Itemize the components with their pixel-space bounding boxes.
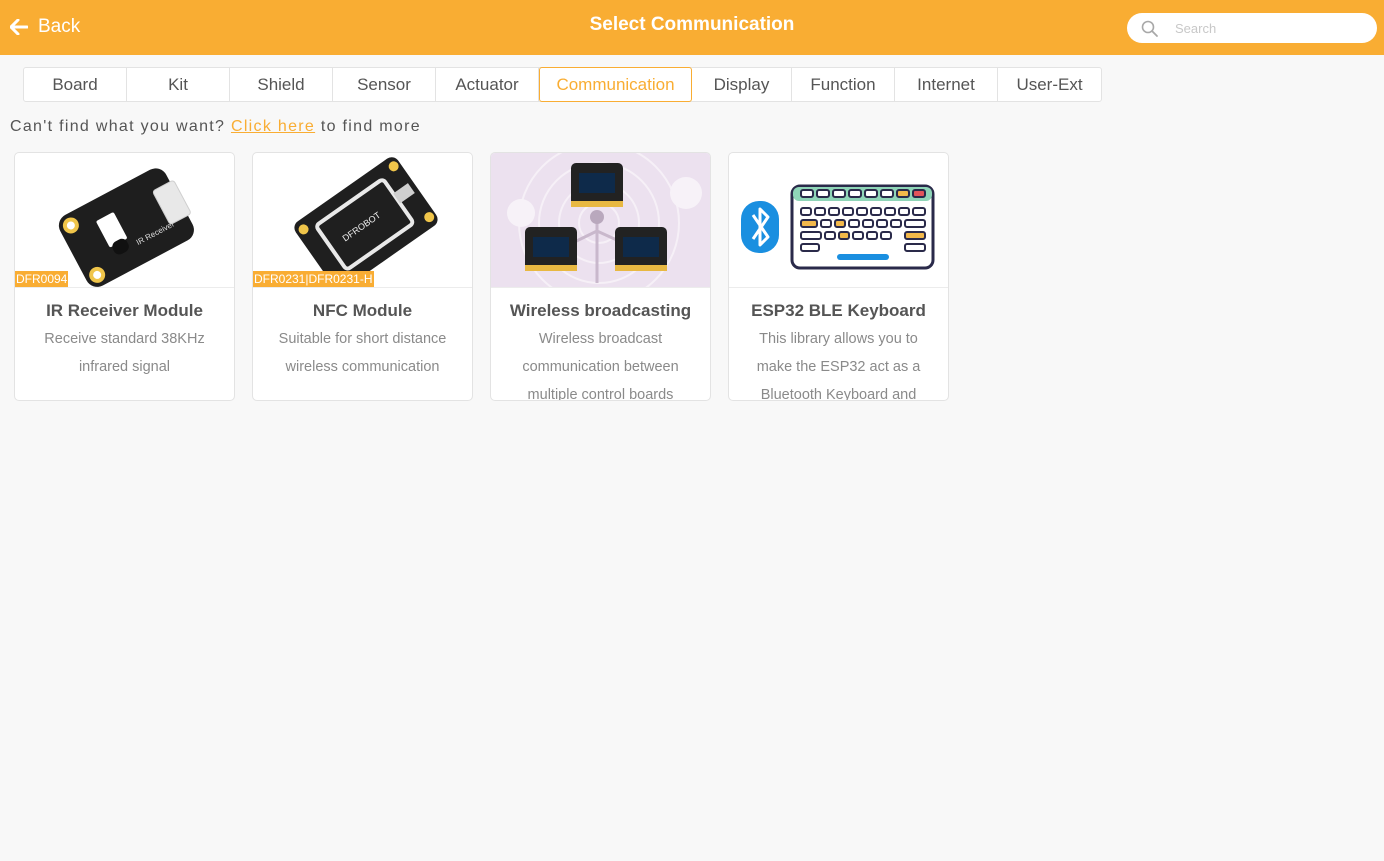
bluetooth-keyboard-image: [741, 184, 935, 270]
tab-function[interactable]: Function: [792, 68, 895, 101]
sku-tag: DFR0231|DFR0231-H: [253, 271, 374, 287]
click-here-link[interactable]: Click here: [231, 118, 315, 135]
card-description: Suitable for short distance wireless com…: [278, 331, 447, 375]
tab-shield[interactable]: Shield: [230, 68, 333, 101]
ir-receiver-board-image: IR Receiver: [58, 168, 194, 287]
search-icon: [1141, 20, 1158, 37]
hint-suffix: to find more: [320, 118, 421, 135]
card-description: Receive standard 38KHz infrared signal: [44, 331, 205, 375]
tab-board[interactable]: Board: [24, 68, 127, 101]
card-esp32-ble-keyboard[interactable]: ESP32 BLE Keyboard This library allows y…: [728, 152, 949, 401]
search-box[interactable]: [1127, 13, 1377, 43]
card-description: Wireless broadcast communication between…: [522, 331, 679, 401]
nfc-board-image: DFROBOT: [294, 157, 438, 287]
header-bar: Back Select Communication: [0, 0, 1384, 55]
card-thumbnail: [729, 153, 948, 288]
tab-actuator[interactable]: Actuator: [436, 68, 539, 101]
sku-tag: DFR0094: [15, 271, 69, 287]
card-thumbnail: [491, 153, 710, 288]
card-title: Wireless broadcasting: [509, 301, 692, 320]
tab-user-ext[interactable]: User-Ext: [998, 68, 1101, 101]
tab-sensor[interactable]: Sensor: [333, 68, 436, 101]
category-tabs: Board Kit Shield Sensor Actuator Communi…: [23, 67, 1102, 102]
card-title: IR Receiver Module: [46, 301, 203, 320]
search-input[interactable]: [1175, 18, 1365, 38]
card-wireless-broadcasting[interactable]: Wireless broadcasting Wireless broadcast…: [490, 152, 711, 401]
tab-communication[interactable]: Communication: [539, 67, 692, 102]
card-title: NFC Module: [312, 301, 413, 320]
tab-display[interactable]: Display: [692, 68, 792, 101]
card-ir-receiver-module[interactable]: IR Receiver DFR0094 IR Receiver Module R…: [14, 152, 235, 401]
card-title: ESP32 BLE Keyboard: [751, 301, 926, 320]
card-thumbnail: IR Receiver DFR0094: [15, 153, 234, 288]
wireless-broadcast-image: [507, 153, 702, 287]
find-more-hint: Can't find what you want? Click here to …: [10, 118, 421, 136]
tab-kit[interactable]: Kit: [127, 68, 230, 101]
hint-prefix: Can't find what you want?: [10, 118, 226, 135]
card-description: This library allows you to make the ESP3…: [756, 331, 921, 401]
tab-internet[interactable]: Internet: [895, 68, 998, 101]
card-nfc-module[interactable]: DFROBOT DFR0231|DFR0231-H NFC Module Sui…: [252, 152, 473, 401]
card-thumbnail: DFROBOT DFR0231|DFR0231-H: [253, 153, 472, 288]
